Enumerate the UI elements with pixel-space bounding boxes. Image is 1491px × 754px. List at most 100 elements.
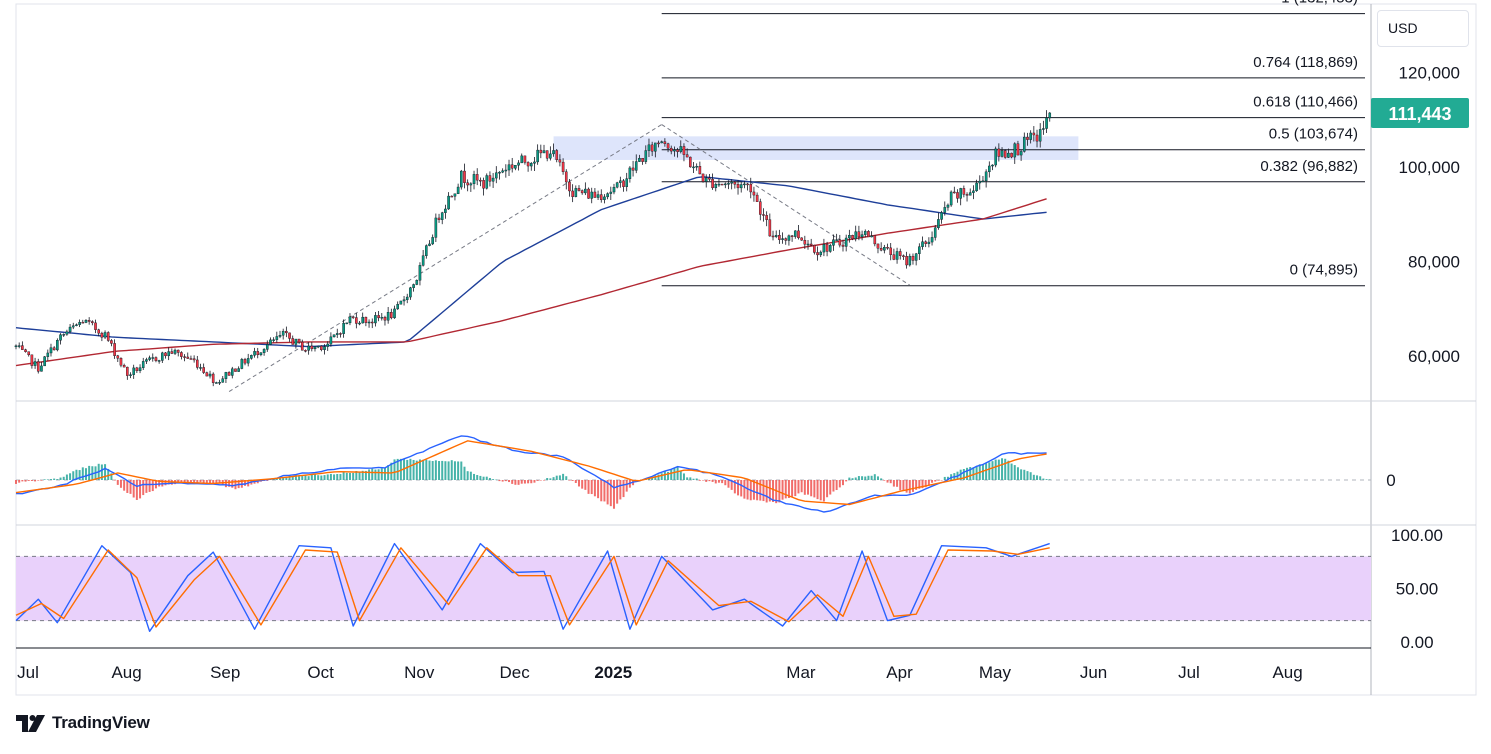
macd-histogram-bar [447, 461, 450, 480]
candle-body [790, 235, 794, 237]
candle-body [234, 368, 237, 372]
candle-body [396, 304, 399, 310]
candle-body [345, 322, 349, 325]
price-axis-label: 120,000 [1399, 64, 1460, 83]
current-price-label: 111,443 [1388, 104, 1451, 124]
candle-body [819, 251, 823, 256]
candle-body [135, 367, 139, 372]
macd-histogram-bar [848, 477, 851, 480]
candle-body [774, 235, 778, 237]
macd-histogram-bar [813, 480, 816, 498]
macd-histogram-bar [686, 477, 689, 480]
candle-body [924, 241, 927, 244]
macd-histogram-bar [597, 480, 600, 499]
macd-histogram-bar [899, 480, 902, 491]
candle-body [908, 255, 912, 266]
macd-histogram-bar [113, 480, 116, 481]
candle-body [358, 322, 361, 325]
time-axis-label: Nov [404, 663, 435, 682]
candle-body [762, 214, 765, 216]
macd-histogram-bar [581, 480, 584, 489]
candle-body [965, 194, 969, 196]
candle-body [409, 287, 412, 298]
candle-body [1000, 150, 1004, 157]
macd-histogram-bar [377, 469, 380, 480]
candle-body [485, 175, 489, 189]
macd-histogram-bar [873, 474, 876, 480]
macd-histogram-bar [358, 471, 361, 480]
candle-body [491, 177, 495, 182]
candle-body [256, 351, 260, 356]
macd-histogram-bar [457, 461, 460, 480]
candle-body [972, 190, 975, 193]
macd-histogram-bar [752, 480, 755, 500]
candle-body [87, 320, 91, 322]
candle-body [514, 165, 517, 169]
candle-body [870, 235, 873, 238]
macd-histogram-bar [822, 480, 825, 502]
chart-canvas[interactable]: 1 (132,453) 0.764 (118,869) 0.618 (110,466… [0, 0, 1491, 749]
candle-body [145, 359, 148, 362]
macd-histogram-bar [313, 474, 316, 480]
macd-histogram-bar [702, 480, 705, 481]
macd-histogram-bar [479, 475, 482, 480]
candle-body [246, 358, 250, 364]
candle-body [749, 183, 753, 193]
candle-body [122, 365, 126, 368]
candle-body [558, 159, 562, 163]
macd-histogram-bar [438, 461, 441, 480]
macd-histogram-bar [851, 478, 854, 480]
candle-body [110, 340, 113, 344]
macd-histogram-bar [797, 480, 800, 494]
time-axis-label: Dec [500, 663, 531, 682]
candle-body [921, 241, 924, 247]
macd-histogram-bar [148, 480, 151, 492]
macd-histogram-bar [304, 475, 307, 480]
macd-histogram-bar [30, 480, 33, 481]
currency-selector[interactable]: USD [1377, 10, 1469, 47]
macd-histogram-bar [584, 480, 587, 490]
candle-body [905, 255, 908, 266]
macd-histogram-bar [18, 480, 21, 483]
macd-histogram-bar [466, 471, 469, 480]
candle-body [873, 235, 877, 245]
macd-histogram-bar [759, 480, 762, 501]
macd-histogram-bar [867, 475, 870, 480]
macd-histogram-bar [53, 478, 56, 480]
candle-body [676, 149, 679, 152]
macd-histogram-bar [530, 480, 533, 484]
candle-body [876, 243, 880, 249]
macd-histogram-bar [997, 459, 1000, 480]
candle-body [412, 284, 415, 288]
macd-histogram-bar [765, 480, 768, 503]
candle-body [657, 142, 660, 145]
candle-body [91, 321, 94, 324]
macd-histogram-bar [864, 476, 867, 480]
macd-histogram-bar [345, 472, 348, 480]
candle-body [154, 357, 158, 361]
macd-histogram-bar [1039, 476, 1042, 480]
candle-body [717, 183, 721, 186]
macd-histogram-bar [498, 480, 501, 482]
macd-histogram-bar [317, 475, 320, 480]
candle-body [1026, 136, 1029, 140]
macd-histogram-bar [810, 480, 813, 497]
macd-histogram-bar [488, 477, 491, 480]
macd-histogram-bar [981, 464, 984, 480]
candle-body [615, 182, 619, 188]
candle-body [806, 243, 810, 246]
macd-histogram-bar [1045, 479, 1048, 480]
candle-body [342, 322, 345, 334]
macd-histogram-bar [46, 479, 49, 480]
candle-body [609, 191, 613, 194]
macd-histogram-bar [660, 473, 663, 480]
macd-histogram-bar [333, 474, 336, 480]
candle-body [968, 192, 972, 196]
fib-level-label: 0.382 (96,882) [1260, 158, 1358, 175]
candle-body [221, 378, 225, 383]
candle-body [959, 188, 962, 199]
candle-body [1045, 117, 1048, 129]
tradingview-logo[interactable]: TradingView [16, 711, 150, 735]
candle-body [593, 191, 597, 198]
macd-histogram-bar [892, 480, 895, 487]
